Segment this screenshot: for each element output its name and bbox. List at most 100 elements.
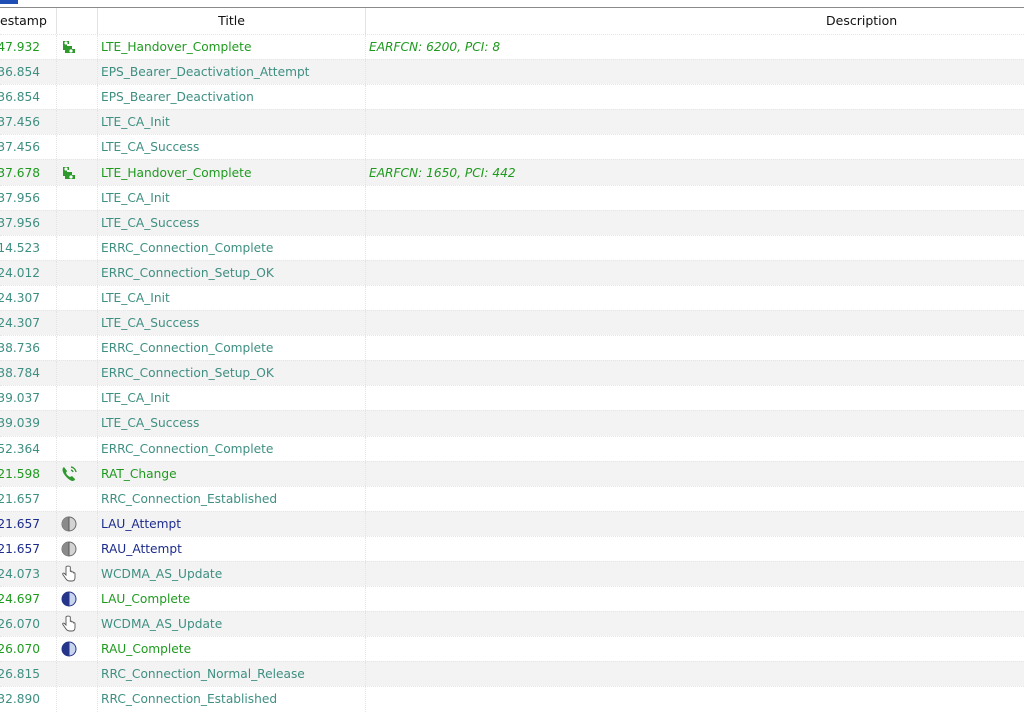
row-title: RAT_Change	[98, 461, 366, 486]
table-row[interactable]: :39.039 LTE_CA_Success	[0, 410, 1024, 436]
row-title: LTE_CA_Init	[98, 285, 366, 311]
row-title: LTE_CA_Success	[98, 311, 366, 336]
row-icon-cell	[57, 185, 98, 210]
table-header: estamp Title Description	[0, 8, 1024, 34]
row-description	[366, 637, 1024, 661]
row-title: ERRC_Connection_Complete	[98, 235, 366, 260]
row-icon-cell	[57, 561, 98, 587]
table-row[interactable]: :37.956 LTE_CA_Init	[0, 184, 1024, 210]
table-row[interactable]: :24.697 LAU_Complete	[0, 586, 1024, 612]
table-row[interactable]: :21.657 RRC_Connection_Established	[0, 485, 1024, 511]
handover-icon	[60, 38, 78, 56]
row-timestamp: :52.364	[0, 436, 57, 461]
table-row[interactable]: :24.012 ERRC_Connection_Setup_OK	[0, 259, 1024, 285]
table-row[interactable]: :32.890 RRC_Connection_Established	[0, 686, 1024, 712]
row-description	[366, 386, 1024, 410]
table-row[interactable]: :26.815 RRC_Connection_Normal_Release	[0, 661, 1024, 687]
table-row[interactable]: :26.070 WCDMA_AS_Update	[0, 611, 1024, 637]
row-icon-cell	[57, 587, 98, 612]
row-icon-cell	[57, 60, 98, 85]
row-timestamp: :37.956	[0, 185, 57, 210]
table-row[interactable]: :37.678 LTE_Handover_CompleteEARFCN: 1650…	[0, 159, 1024, 185]
row-title: LTE_CA_Init	[98, 110, 366, 135]
row-timestamp: :24.073	[0, 561, 57, 587]
row-icon-cell	[57, 210, 98, 235]
row-title: RAU_Attempt	[98, 536, 366, 561]
row-title: LTE_CA_Success	[98, 210, 366, 235]
table-row[interactable]: :37.456 LTE_CA_Success	[0, 134, 1024, 160]
table-row[interactable]: :39.037 LTE_CA_Init	[0, 385, 1024, 411]
row-description	[366, 110, 1024, 134]
row-icon-cell	[57, 637, 98, 662]
table-row[interactable]: :14.523 ERRC_Connection_Complete	[0, 234, 1024, 260]
row-title: LTE_CA_Init	[98, 386, 366, 411]
row-title: LTE_CA_Success	[98, 411, 366, 436]
row-timestamp: :47.932	[0, 35, 57, 60]
row-icon-cell	[57, 436, 98, 461]
row-icon-cell	[57, 160, 98, 185]
row-title: LTE_Handover_Complete	[98, 35, 366, 60]
row-description	[366, 286, 1024, 310]
row-icon-cell	[57, 361, 98, 386]
row-timestamp: :39.037	[0, 386, 57, 411]
row-timestamp: :37.456	[0, 110, 57, 135]
row-title: LAU_Complete	[98, 587, 366, 612]
table-row[interactable]: :21.598 RAT_Change	[0, 460, 1024, 486]
row-description	[366, 662, 1024, 686]
table-row[interactable]: :36.854 EPS_Bearer_Deactivation	[0, 84, 1024, 110]
row-title: WCDMA_AS_Update	[98, 561, 366, 587]
table-row[interactable]: :24.307 LTE_CA_Init	[0, 284, 1024, 311]
row-description: EARFCN: 6200, PCI: 8	[369, 40, 501, 55]
row-description	[366, 186, 1024, 210]
table-row[interactable]: :21.657 RAU_Attempt	[0, 535, 1024, 561]
row-title: WCDMA_AS_Update	[98, 612, 366, 637]
row-title: ERRC_Connection_Complete	[98, 336, 366, 361]
table-row[interactable]: :47.932 LTE_Handover_CompleteEARFCN: 6200…	[0, 34, 1024, 60]
row-description	[366, 60, 1024, 84]
row-description	[366, 462, 1024, 486]
row-icon-cell	[57, 336, 98, 361]
column-header-timestamp[interactable]: estamp	[0, 8, 57, 34]
row-title: RRC_Connection_Established	[98, 486, 366, 511]
table-row[interactable]: :24.307 LTE_CA_Success	[0, 310, 1024, 336]
table-row[interactable]: :38.736 ERRC_Connection_Complete	[0, 335, 1024, 361]
half-circle-gray-icon	[60, 515, 78, 533]
row-description	[366, 487, 1024, 511]
row-title: LTE_CA_Success	[98, 135, 366, 160]
row-timestamp: :39.039	[0, 411, 57, 436]
phone-icon	[60, 465, 78, 483]
row-timestamp: :14.523	[0, 235, 57, 260]
row-icon-cell	[57, 386, 98, 411]
column-header-icon[interactable]	[57, 8, 98, 34]
row-title: LAU_Attempt	[98, 511, 366, 536]
column-header-description[interactable]: Description	[366, 8, 1024, 34]
column-header-title[interactable]: Title	[98, 8, 366, 34]
table-row[interactable]: :24.073 WCDMA_AS_Update	[0, 560, 1024, 587]
row-description	[366, 211, 1024, 235]
row-description	[366, 587, 1024, 611]
row-description	[366, 687, 1024, 711]
row-icon-cell	[57, 235, 98, 260]
row-timestamp: :26.815	[0, 662, 57, 687]
row-timestamp: :38.784	[0, 361, 57, 386]
table-row[interactable]: :37.456 LTE_CA_Init	[0, 109, 1024, 135]
row-timestamp: :38.736	[0, 336, 57, 361]
table-row[interactable]: :52.364 ERRC_Connection_Complete	[0, 435, 1024, 461]
table-row[interactable]: :21.657 LAU_Attempt	[0, 510, 1024, 536]
table-row[interactable]: :37.956 LTE_CA_Success	[0, 209, 1024, 235]
row-timestamp: :24.697	[0, 587, 57, 612]
hand-pointer-icon	[60, 615, 78, 633]
window-top-edge	[0, 0, 1024, 8]
row-timestamp: :37.678	[0, 160, 57, 185]
row-title: RRC_Connection_Established	[98, 687, 366, 712]
half-circle-gray-icon	[60, 540, 78, 558]
row-icon-cell	[57, 35, 98, 60]
row-description	[366, 135, 1024, 159]
row-timestamp: :24.307	[0, 311, 57, 336]
table-row[interactable]: :38.784 ERRC_Connection_Setup_OK	[0, 360, 1024, 386]
table-row[interactable]: :36.854 EPS_Bearer_Deactivation_Attempt	[0, 59, 1024, 85]
row-timestamp: :24.012	[0, 260, 57, 285]
row-title: RRC_Connection_Normal_Release	[98, 662, 366, 687]
row-timestamp: :37.956	[0, 210, 57, 235]
table-row[interactable]: :26.070 RAU_Complete	[0, 636, 1024, 662]
